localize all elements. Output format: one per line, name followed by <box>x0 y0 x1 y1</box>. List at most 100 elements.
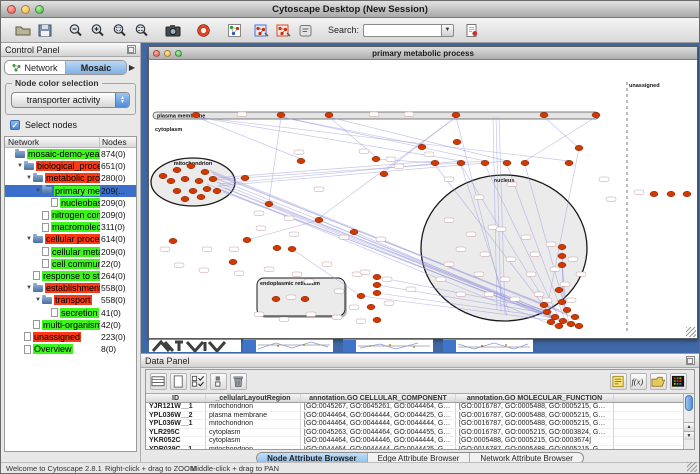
tree-row[interactable]: nucleobase-209(0) <box>5 197 136 209</box>
network-canvas[interactable]: plasma membranecytoplasmmitochondrionnuc… <box>149 60 697 338</box>
tree-row[interactable]: cell communicat22(0) <box>5 258 136 270</box>
tree-row[interactable]: nitrogen compo209(0) <box>5 209 136 221</box>
tree-row[interactable]: response to stimulu264(0) <box>5 270 136 282</box>
tree-row-count: 41(0) <box>100 308 136 318</box>
zoom-selected-icon[interactable] <box>110 20 130 40</box>
float-data-panel-icon[interactable] <box>686 356 695 365</box>
table-column-header[interactable]: ID <box>146 394 206 402</box>
tree-row[interactable]: ▼transport558(0) <box>5 294 136 306</box>
notes-icon[interactable] <box>610 373 627 390</box>
snapshot-icon[interactable] <box>163 20 183 40</box>
scroll-down-icon[interactable]: ▼ <box>684 431 694 440</box>
tree-expander-icon[interactable]: ▼ <box>25 175 33 181</box>
tab-overflow-arrow-icon[interactable]: ▶ <box>127 63 137 72</box>
folder-icon <box>42 187 52 194</box>
tree-row-label: macromolecule <box>51 222 100 232</box>
minimize-window-button[interactable] <box>21 5 30 14</box>
data-panel-header: Data Panel <box>141 354 699 368</box>
tree-row[interactable]: ▼metabolic process280(0) <box>5 172 136 184</box>
table-row[interactable]: YKR052Ccytoplasm[GO:0044464, GO:0044446,… <box>146 437 683 446</box>
unselect-attributes-icon[interactable] <box>210 373 227 390</box>
app-titlebar[interactable]: Cytoscape Desktop (New Session) <box>1 1 699 18</box>
tree-row[interactable]: mosaic-demo-yeast874(0) <box>5 148 136 160</box>
delete-attribute-icon[interactable] <box>230 373 247 390</box>
attribute-table: ID_cellularLayoutRegionannotation.GO CEL… <box>146 394 683 449</box>
background-window-1[interactable] <box>243 339 333 352</box>
function-builder-icon[interactable]: f(x) <box>630 373 647 390</box>
network-tree-panel: Network Nodes mosaic-demo-yeast874(0)▼bi… <box>4 136 137 452</box>
select-attributes-icon[interactable] <box>190 373 207 390</box>
tree-row[interactable]: ▼biological_process651(0) <box>5 160 136 172</box>
view-close-button[interactable] <box>153 50 160 57</box>
zoom-fit-icon[interactable] <box>132 20 152 40</box>
table-row[interactable]: YPL036W__1mitochondrion[GO:0044464, GO:0… <box>146 420 683 429</box>
overview-zigzag-graphic <box>149 340 241 352</box>
tab-network[interactable]: Network <box>5 61 65 74</box>
tree-column-nodes[interactable]: Nodes <box>100 137 136 147</box>
toolbar-icons-right <box>462 20 484 40</box>
tree-expander-icon[interactable]: ▼ <box>34 188 42 194</box>
tree-row[interactable]: multi-organism pro42(0) <box>5 319 136 331</box>
close-window-button[interactable] <box>7 5 16 14</box>
open-session-icon[interactable] <box>13 20 33 40</box>
tree-row[interactable]: unassigned223(0) <box>5 331 136 343</box>
help-icon[interactable] <box>194 20 214 40</box>
tree-expander-icon[interactable]: ▼ <box>25 236 33 242</box>
tree-row-count: 280(0) <box>100 173 136 183</box>
annotation-icon[interactable] <box>296 20 316 40</box>
search-input[interactable] <box>363 24 441 37</box>
view-zoom-button[interactable] <box>175 50 182 57</box>
background-window-3[interactable] <box>443 339 533 352</box>
table-row[interactable]: YPL036W__2plasma membrane[GO:0044464, GO… <box>146 412 683 421</box>
table-row[interactable]: YJR121W__1mitochondrion[GO:0045267, GO:0… <box>146 403 683 412</box>
tree-expander-icon[interactable]: ▼ <box>34 297 42 303</box>
network-view-window[interactable]: primary metabolic process plasma membran… <box>148 46 698 339</box>
vizmapper-blue-icon[interactable] <box>252 20 272 40</box>
tree-row[interactable]: secretion41(0) <box>5 306 136 318</box>
tree-row[interactable]: macromolecule311(0) <box>5 221 136 233</box>
table-cell: YPL036W__2 <box>146 412 206 420</box>
network-view-titlebar[interactable]: primary metabolic process <box>149 47 697 60</box>
table-row[interactable]: YDR039C__1mitochondrion[GO:0044464, GO:0… <box>146 446 683 450</box>
matrix-view-icon[interactable] <box>670 373 687 390</box>
table-column-header[interactable]: annotation.GO CELLULAR_COMPONENT <box>301 394 456 402</box>
table-column-header[interactable]: _cellularLayoutRegion <box>206 394 301 402</box>
scroll-up-icon[interactable]: ▲ <box>684 422 694 431</box>
color-attribute-dropdown[interactable]: transporter activity ▲▼ <box>11 92 130 108</box>
tree-row[interactable]: ▼cellular process614(0) <box>5 233 136 245</box>
search-dropdown-arrow-icon[interactable]: ▼ <box>441 24 454 37</box>
zoom-out-icon[interactable] <box>66 20 86 40</box>
tree-expander-icon[interactable]: ▼ <box>16 163 24 169</box>
vizmapper-red-icon[interactable] <box>274 20 294 40</box>
float-panel-icon[interactable] <box>127 45 136 54</box>
view-minimize-button[interactable] <box>164 50 171 57</box>
file-icon <box>33 320 40 329</box>
tree-row[interactable]: ▼establishment of lo558(0) <box>5 282 136 294</box>
table-cell: [GO:0044464, GO:0044444, GO:0044444, G… <box>301 420 456 428</box>
tree-expander-icon[interactable]: ▼ <box>25 285 33 291</box>
tree-row[interactable]: cellular metabo209(0) <box>5 246 136 258</box>
table-row[interactable]: YLR295Ccytoplasm[GO:0045263, GO:0044464,… <box>146 429 683 438</box>
tree-row-label: primary metabo <box>54 186 100 196</box>
zoom-in-icon[interactable] <box>88 20 108 40</box>
attribute-table-icon[interactable] <box>150 373 167 390</box>
tree-row[interactable]: ▼primary metabo209(... <box>5 185 136 197</box>
table-column-header[interactable]: annotation.GO MOLECULAR_FUNCTION <box>456 394 614 402</box>
window-resize-grip[interactable] <box>686 327 696 337</box>
select-nodes-checkbox[interactable]: ✓ <box>10 120 20 130</box>
background-window-2[interactable] <box>343 339 433 352</box>
import-network-icon[interactable] <box>462 20 482 40</box>
save-session-icon[interactable] <box>35 20 55 40</box>
table-scrollbar[interactable]: ▲ ▼ <box>683 394 694 449</box>
app-resize-grip[interactable] <box>687 462 697 472</box>
network-overview-icon[interactable] <box>225 20 245 40</box>
import-attributes-icon[interactable] <box>650 373 667 390</box>
tab-mosaic[interactable]: Mosaic <box>65 61 126 74</box>
scrollbar-thumb[interactable] <box>685 395 693 411</box>
color-attribute-value: transporter activity <box>12 95 115 105</box>
tree-row[interactable]: Overview8(0) <box>5 343 136 355</box>
background-window-overview[interactable] <box>149 339 241 352</box>
zoom-window-button[interactable] <box>35 5 44 14</box>
new-attribute-icon[interactable] <box>170 373 187 390</box>
tree-column-network[interactable]: Network <box>5 137 100 147</box>
